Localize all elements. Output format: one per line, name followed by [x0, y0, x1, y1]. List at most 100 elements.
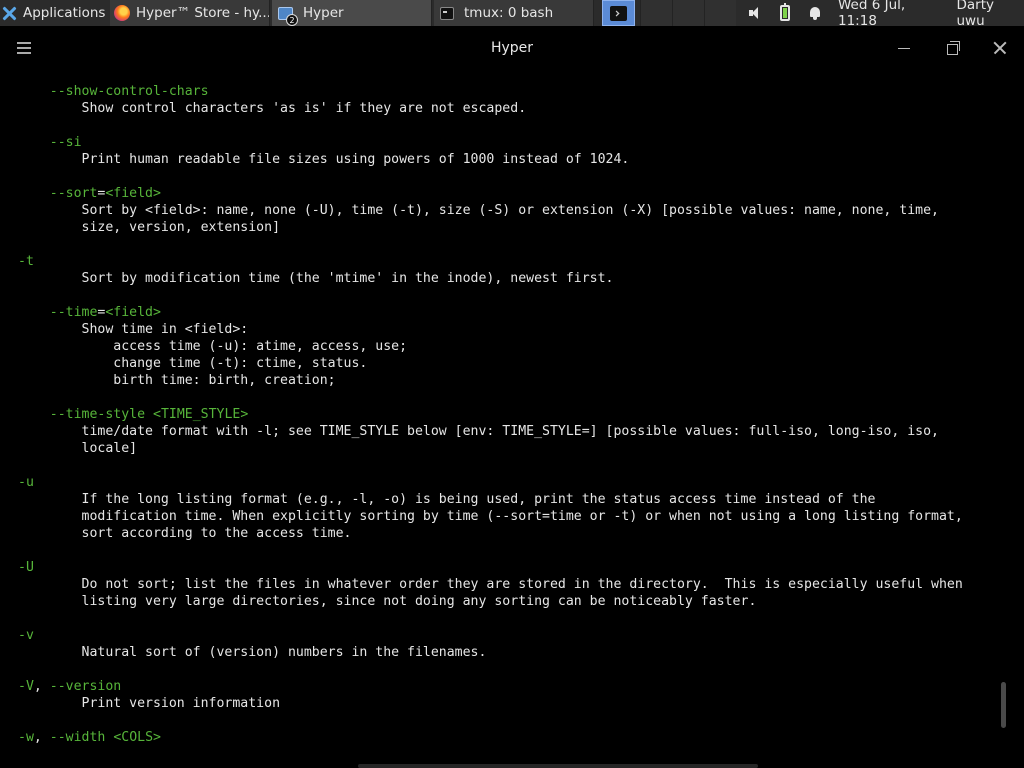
terminal-text: Print human readable file sizes using po… — [18, 152, 630, 167]
option-flag: <field> — [105, 186, 161, 201]
option-flag: --sort — [49, 186, 98, 201]
window-titlebar[interactable]: Hyper — [0, 26, 1024, 72]
option-flag: <COLS> — [113, 730, 161, 745]
user-menu[interactable]: Darty uwu — [957, 0, 1024, 29]
applications-menu-button[interactable]: Applications — [2, 0, 108, 26]
restore-button[interactable] — [942, 38, 962, 58]
minimize-button[interactable] — [894, 38, 914, 58]
taskbar-button-label: tmux: 0 bash — [464, 5, 554, 21]
window-group-icon: 2 — [278, 6, 298, 26]
terminal-line: --time-style <TIME_STYLE> — [18, 406, 963, 423]
option-flag: --show-control-chars — [49, 84, 209, 99]
taskbar-button-firefox[interactable]: Hyper™ Store - hy... — [110, 0, 270, 26]
window-count-badge: 2 — [286, 13, 298, 26]
window-title: Hyper — [490, 40, 534, 56]
terminal-line: access time (-u): atime, access, use; — [18, 338, 963, 355]
option-flag: --time — [49, 305, 98, 320]
terminal-line: birth time: birth, creation; — [18, 372, 963, 389]
terminal-line: size, version, extension] — [18, 219, 963, 236]
terminal-line: -V, --version — [18, 678, 963, 695]
terminal-line: change time (-t): ctime, status. — [18, 355, 963, 372]
terminal-line: Sort by modification time (the 'mtime' i… — [18, 270, 963, 287]
terminal-text: , — [33, 679, 50, 694]
option-flag: <TIME_STYLE> — [153, 407, 249, 422]
terminal-text: Show time in <field>: — [18, 322, 249, 337]
taskbar-button-label: Hyper™ Store - hy... — [136, 5, 270, 21]
terminal-text: locale] — [18, 441, 138, 456]
volume-icon[interactable] — [748, 6, 764, 20]
terminal-line: Show time in <field>: — [18, 321, 963, 338]
terminal-text: Natural sort of (version) numbers in the… — [18, 645, 487, 660]
option-flag: -V — [18, 679, 34, 694]
terminal-line: --show-control-chars — [18, 83, 963, 100]
terminal-text: change time (-t): ctime, status. — [18, 356, 368, 371]
terminal-text: access time (-u): atime, access, use; — [18, 339, 408, 354]
taskbar-button-hyper[interactable]: 2 Hyper — [272, 0, 432, 26]
option-flag: --version — [49, 679, 122, 694]
window-resize-handle[interactable] — [358, 764, 758, 768]
option-flag: -U — [18, 560, 34, 575]
terminal-line: --si — [18, 134, 963, 151]
scrollbar-thumb[interactable] — [1001, 682, 1006, 728]
option-flag: -v — [18, 628, 34, 643]
option-flag: --time-style — [49, 407, 146, 422]
terminal-text: size, version, extension] — [18, 220, 281, 235]
launcher-hyper-terminal[interactable] — [602, 0, 635, 26]
terminal-text: birth time: birth, creation; — [18, 373, 336, 388]
terminal-line: -u — [18, 474, 963, 491]
clock[interactable]: Wed 6 Jul, 11:18 — [838, 0, 945, 29]
terminal-text: , — [33, 730, 50, 745]
option-flag: -u — [18, 475, 34, 490]
panel-separator — [704, 0, 736, 26]
terminal-line: -v — [18, 627, 963, 644]
xfce-logo-icon — [2, 6, 17, 21]
terminal-line: Print human readable file sizes using po… — [18, 151, 963, 168]
hyper-terminal-icon — [610, 5, 627, 21]
firefox-icon — [114, 5, 130, 21]
close-button[interactable] — [990, 38, 1010, 58]
terminal-line: -w, --width <COLS> — [18, 729, 963, 746]
terminal-text: time/date format with -l; see TIME_STYLE… — [18, 424, 939, 439]
taskbar-button-label: Hyper — [303, 5, 344, 21]
terminal-view[interactable]: --show-control-chars Show control charac… — [0, 72, 1024, 768]
terminal-line: Print version information — [18, 695, 963, 712]
terminal-line: --sort=<field> — [18, 185, 963, 202]
terminal-text: If the long listing format (e.g., -l, -o… — [18, 492, 876, 507]
terminal-text: modification time. When explicitly sorti… — [18, 509, 963, 524]
panel-separator — [672, 0, 704, 26]
option-flag: -t — [18, 254, 34, 269]
terminal-line: time/date format with -l; see TIME_STYLE… — [18, 423, 963, 440]
terminal-line: Sort by <field>: name, none (-U), time (… — [18, 202, 963, 219]
terminal-line: listing very large directories, since no… — [18, 593, 963, 610]
taskbar-button-tmux[interactable]: tmux: 0 bash — [434, 0, 594, 26]
terminal-line: locale] — [18, 440, 963, 457]
terminal-text: listing very large directories, since no… — [18, 594, 757, 609]
terminal-output: --show-control-chars Show control charac… — [18, 83, 963, 746]
applications-menu-label: Applications — [23, 5, 106, 21]
notifications-icon[interactable] — [808, 6, 822, 20]
battery-icon[interactable] — [780, 3, 790, 21]
option-flag: <field> — [105, 305, 161, 320]
terminal-text: Do not sort; list the files in whatever … — [18, 577, 963, 592]
option-flag: --width — [49, 730, 106, 745]
terminal-text: sort according to the access time. — [18, 526, 352, 541]
system-tray: Wed 6 Jul, 11:18 Darty uwu — [748, 0, 1024, 29]
terminal-line: If the long listing format (e.g., -l, -o… — [18, 491, 963, 508]
terminal-text: Sort by <field>: name, none (-U), time (… — [18, 203, 939, 218]
